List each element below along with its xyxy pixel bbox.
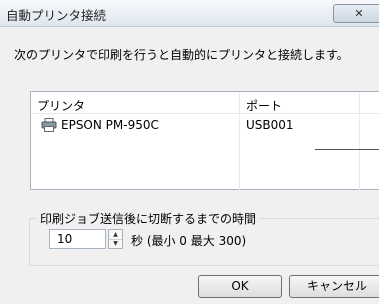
printer-name: EPSON PM-950C [61, 118, 159, 132]
divider [315, 149, 379, 150]
ok-button[interactable]: OK [198, 275, 282, 298]
title-bar: 自動プリンタ接続 ✕ [0, 0, 379, 27]
timeout-spinner[interactable]: ▲ ▼ [108, 229, 123, 249]
timeout-group-label: 印刷ジョブ送信後に切断するまでの時間 [37, 210, 260, 227]
spin-down-icon[interactable]: ▼ [109, 239, 122, 248]
list-item[interactable]: EPSON PM-950C USB001 [31, 116, 379, 134]
list-header: プリンタ ポート [31, 92, 379, 114]
port-name: USB001 [246, 118, 294, 132]
cancel-button[interactable]: キャンセル [289, 275, 379, 298]
timeout-range-text: 秒 (最小 0 最大 300) [131, 234, 247, 248]
column-header-printer[interactable]: プリンタ [37, 97, 85, 114]
timeout-input[interactable] [49, 229, 106, 249]
window-title: 自動プリンタ接続 [6, 8, 107, 23]
column-header-port[interactable]: ポート [246, 97, 282, 114]
close-button[interactable]: ✕ [333, 4, 379, 23]
printer-icon [41, 118, 57, 132]
instruction-text: 次のプリンタで印刷を行うと自動的にプリンタと接続します。 [14, 48, 349, 62]
printer-list[interactable]: プリンタ ポート EPSON PM-950C USB001 [30, 91, 379, 191]
column-divider[interactable] [239, 92, 240, 191]
column-divider[interactable] [359, 92, 360, 191]
